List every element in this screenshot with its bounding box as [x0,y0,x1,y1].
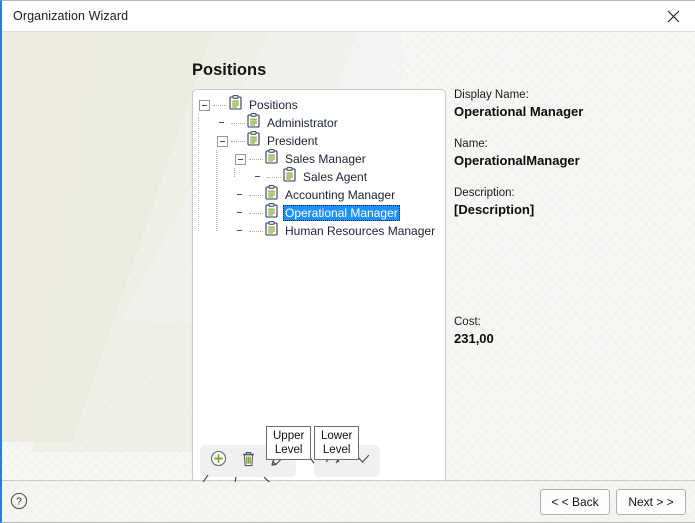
name-field: Name: OperationalManager [454,138,679,168]
tree-connector-vertical [198,114,199,231]
clipboard-icon [265,221,278,241]
tree-item[interactable]: Human Resources Manager [199,221,445,241]
display-name-value: Operational Manager [454,104,584,119]
svg-text:?: ? [16,497,22,508]
help-circle-icon: ? [10,492,28,514]
tree-expander-spacer [235,226,246,237]
tree-connector [213,104,227,106]
help-button[interactable]: ? [10,492,28,510]
callout-upper-level-line1: Upper [273,430,305,442]
tree-item-label: Human Resources Manager [285,224,436,238]
tree-expander-spacer [235,190,246,201]
tree-item[interactable]: Sales Manager [199,149,445,169]
window-title-bar: Organization Wizard [2,1,695,32]
tree-item-label: Sales Manager [285,152,366,166]
tree-item[interactable]: President [199,131,445,151]
position-details-panel: Display Name: Operational Manager Name: … [454,89,679,365]
clipboard-icon [247,131,260,151]
tree-connector [231,122,245,124]
callout-lower-level-line1: Lower [321,430,353,442]
tree-connector [249,158,263,160]
callout-lower-level: Lower Level [314,426,360,460]
wizard-content: Positions Positions Administrator Presiden… [2,32,695,482]
name-value: OperationalManager [454,153,580,168]
clipboard-icon [265,185,278,205]
next-button[interactable]: Next > > [616,489,686,515]
tree-expander-spacer [253,172,264,183]
tree-item-label: Accounting Manager [285,188,396,202]
tree-connector-vertical [216,150,217,231]
trash-icon [240,450,257,473]
tree-connector-vertical [234,168,235,177]
tree-item-label: President [267,134,318,148]
positions-tree[interactable]: Positions Administrator President Sales Man… [193,90,445,440]
description-value: [Description] [454,202,535,217]
window-title: Organization Wizard [13,9,129,23]
tree-connector [249,212,263,214]
clipboard-icon [265,203,278,223]
tree-expander-collapse-icon[interactable] [199,99,210,111]
close-icon [667,10,680,23]
tree-connector [231,140,245,142]
cost-label: Cost: [454,316,481,328]
tree-connector [267,176,281,178]
cost-field: Cost: 231,00 [454,316,679,346]
page-title: Positions [192,61,267,79]
tree-expander-spacer [235,208,246,219]
tree-item-label: Positions [249,98,298,112]
tree-item[interactable]: Operational Manager [199,203,445,223]
clipboard-icon [247,113,260,133]
tree-item[interactable]: Administrator [199,113,445,133]
display-name-field: Display Name: Operational Manager [454,89,679,119]
back-button[interactable]: < < Back [540,489,610,515]
tree-item-label: Sales Agent [303,170,368,184]
callout-upper-level: Upper Level [266,426,312,460]
clipboard-icon [265,149,278,169]
positions-tree-panel: Positions Administrator President Sales Man… [192,89,446,482]
tree-item[interactable]: Accounting Manager [199,185,445,205]
display-name-label: Display Name: [454,89,529,101]
wizard-footer: ? < < Back Next > > [2,480,695,522]
name-label: Name: [454,138,488,150]
plus-circle-icon [210,450,227,472]
description-field: Description: [Description] [454,187,679,217]
tree-item-label: Operational Manager [283,205,400,221]
description-label: Description: [454,187,515,199]
tree-expander-collapse-icon[interactable] [217,135,228,147]
tree-expander-collapse-icon[interactable] [235,153,246,165]
new-button[interactable] [204,448,232,474]
tree-item-label: Administrator [267,116,338,130]
callout-lower-level-line2: Level [322,444,351,456]
tree-connector [249,230,263,232]
tree-connector [249,194,263,196]
clipboard-icon [283,167,296,187]
close-button[interactable] [651,1,695,31]
clipboard-icon [229,95,242,115]
callout-upper-level-line2: Level [274,444,303,456]
tree-expander-spacer [217,118,228,129]
tree-item[interactable]: Sales Agent [199,167,445,187]
tree-item[interactable]: Positions [199,95,445,115]
cost-value: 231,00 [454,331,494,346]
delete-button[interactable] [234,448,262,474]
